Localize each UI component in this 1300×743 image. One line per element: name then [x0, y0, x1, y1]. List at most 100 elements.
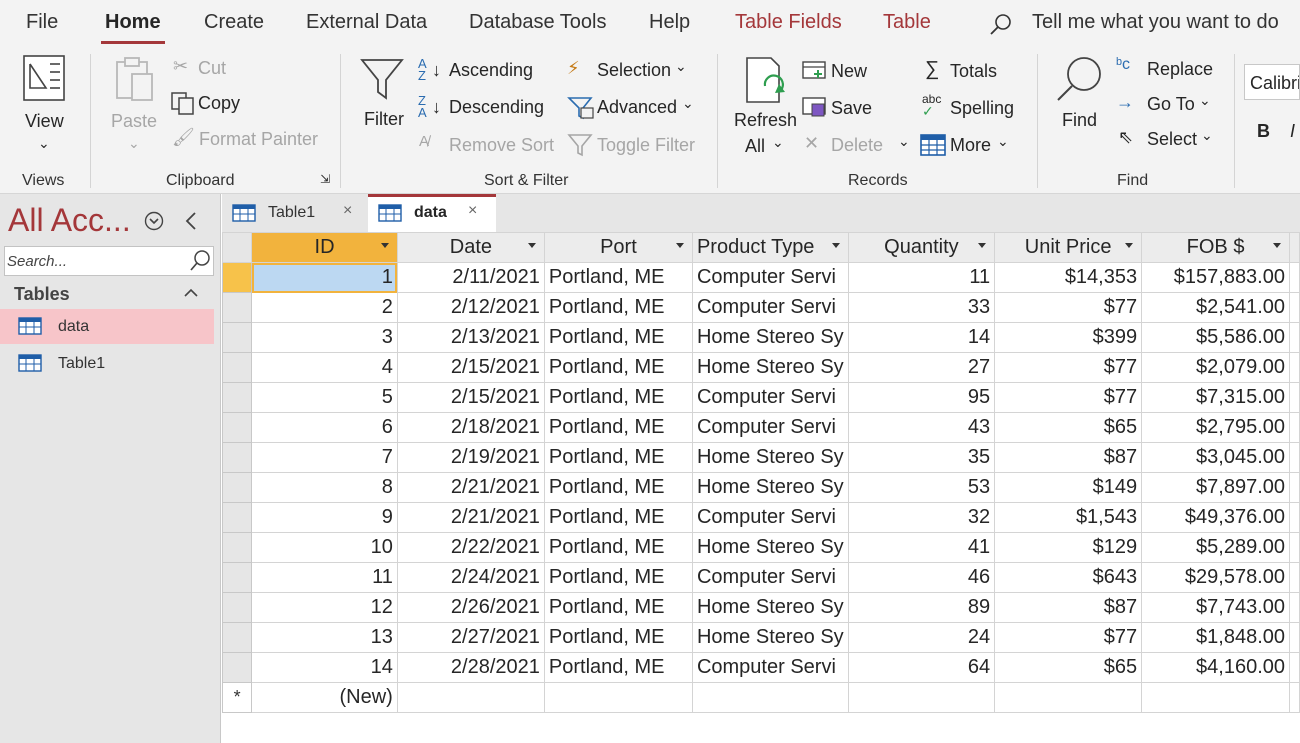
- cell-date[interactable]: 2/12/2021: [396, 292, 545, 323]
- record-selector[interactable]: [222, 472, 253, 503]
- cell-add-field[interactable]: [1289, 622, 1300, 653]
- cell-date[interactable]: 2/21/2021: [396, 472, 545, 503]
- chevron-down-circle-icon[interactable]: [143, 210, 165, 232]
- column-filter-dropdown-icon[interactable]: [527, 243, 536, 248]
- record-selector[interactable]: [222, 502, 253, 533]
- cell-date[interactable]: 2/13/2021: [396, 322, 545, 353]
- record-selector[interactable]: [222, 322, 253, 353]
- cell-unit-price[interactable]: $399: [994, 322, 1143, 353]
- table-row[interactable]: 7 2/19/2021 Portland, ME Home Stereo Sy 35 $8…: [222, 442, 1300, 473]
- cell-add-field[interactable]: [1289, 472, 1300, 503]
- empty-cell[interactable]: [994, 682, 1143, 713]
- cell-port[interactable]: Portland, ME: [543, 562, 693, 593]
- record-selector[interactable]: [222, 442, 253, 473]
- cell-add-field[interactable]: [1289, 262, 1300, 293]
- cell-fob[interactable]: $7,743.00: [1141, 592, 1290, 623]
- cell-add-field[interactable]: [1289, 562, 1300, 593]
- cell-id[interactable]: 6: [251, 412, 398, 443]
- empty-cell[interactable]: [396, 682, 545, 713]
- cell-fob[interactable]: $2,795.00: [1141, 412, 1290, 443]
- cell-id[interactable]: 10: [251, 532, 398, 563]
- record-selector[interactable]: [222, 622, 253, 653]
- cell-quantity[interactable]: 11: [847, 262, 996, 293]
- cell-date[interactable]: 2/11/2021: [396, 262, 545, 293]
- column-header-date[interactable]: Date: [396, 232, 545, 263]
- cell-quantity[interactable]: 46: [847, 562, 996, 593]
- table-row[interactable]: 6 2/18/2021 Portland, ME Computer Servi 43 $6…: [222, 412, 1300, 443]
- table-row[interactable]: 9 2/21/2021 Portland, ME Computer Servi 32 $1…: [222, 502, 1300, 533]
- cell-id[interactable]: 4: [251, 352, 398, 383]
- cell-date[interactable]: 2/19/2021: [396, 442, 545, 473]
- column-filter-dropdown-icon[interactable]: [675, 243, 684, 248]
- new-record-icon[interactable]: *: [222, 682, 253, 713]
- doc-tab-table1[interactable]: Table1 ×: [222, 194, 368, 232]
- cell-date[interactable]: 2/24/2021: [396, 562, 545, 593]
- cell-fob[interactable]: $2,541.00: [1141, 292, 1290, 323]
- cell-id[interactable]: 9: [251, 502, 398, 533]
- tab-table[interactable]: Table: [883, 11, 931, 34]
- cell-date[interactable]: 2/27/2021: [396, 622, 545, 653]
- cell-product-type[interactable]: Computer Servi: [691, 292, 849, 323]
- cell-add-field[interactable]: [1289, 442, 1300, 473]
- cell-fob[interactable]: $49,376.00: [1141, 502, 1290, 533]
- cell-quantity[interactable]: 95: [847, 382, 996, 413]
- table-row[interactable]: 14 2/28/2021 Portland, ME Computer Servi 64 $…: [222, 652, 1300, 683]
- cell-product-type[interactable]: Computer Servi: [691, 412, 849, 443]
- table-row[interactable]: 8 2/21/2021 Portland, ME Home Stereo Sy 53 $1…: [222, 472, 1300, 503]
- cell-date[interactable]: 2/21/2021: [396, 502, 545, 533]
- tab-home[interactable]: Home: [101, 11, 165, 44]
- cell-fob[interactable]: $5,289.00: [1141, 532, 1290, 563]
- tab-external-data[interactable]: External Data: [306, 11, 427, 34]
- cell-unit-price[interactable]: $87: [994, 442, 1143, 473]
- record-selector[interactable]: [222, 592, 253, 623]
- collapse-pane-icon[interactable]: [184, 210, 198, 232]
- cell-port[interactable]: Portland, ME: [543, 622, 693, 653]
- cell-quantity[interactable]: 33: [847, 292, 996, 323]
- cell-fob[interactable]: $7,315.00: [1141, 382, 1290, 413]
- cell-product-type[interactable]: Home Stereo Sy: [691, 592, 849, 623]
- cell-unit-price[interactable]: $77: [994, 352, 1143, 383]
- dialog-launcher-icon[interactable]: ⇲: [320, 172, 330, 186]
- cell-id[interactable]: 7: [251, 442, 398, 473]
- tab-create[interactable]: Create: [204, 11, 264, 34]
- cell-quantity[interactable]: 53: [847, 472, 996, 503]
- cell-fob[interactable]: $2,079.00: [1141, 352, 1290, 383]
- table-row[interactable]: 3 2/13/2021 Portland, ME Home Stereo Sy 14 $3…: [222, 322, 1300, 353]
- cell-quantity[interactable]: 27: [847, 352, 996, 383]
- column-header-unit-price[interactable]: Unit Price: [994, 232, 1143, 263]
- column-header-product-type[interactable]: Product Type: [691, 232, 849, 263]
- italic-button[interactable]: I: [1290, 121, 1295, 142]
- cell-add-field[interactable]: [1289, 652, 1300, 683]
- tab-file[interactable]: File: [26, 11, 58, 34]
- empty-cell[interactable]: [543, 682, 693, 713]
- cell-unit-price[interactable]: $129: [994, 532, 1143, 563]
- cell-port[interactable]: Portland, ME: [543, 382, 693, 413]
- record-selector[interactable]: [222, 562, 253, 593]
- cell-id[interactable]: 12: [251, 592, 398, 623]
- cell-add-field[interactable]: [1289, 532, 1300, 563]
- cell-fob[interactable]: $4,160.00: [1141, 652, 1290, 683]
- record-selector[interactable]: [222, 412, 253, 443]
- cell-port[interactable]: Portland, ME: [543, 262, 693, 293]
- table-row[interactable]: 4 2/15/2021 Portland, ME Home Stereo Sy 27 $7…: [222, 352, 1300, 383]
- empty-cell[interactable]: [691, 682, 849, 713]
- cell-add-field[interactable]: [1289, 412, 1300, 443]
- tab-help[interactable]: Help: [649, 11, 690, 34]
- cell-port[interactable]: Portland, ME: [543, 502, 693, 533]
- cell-product-type[interactable]: Computer Servi: [691, 562, 849, 593]
- record-selector[interactable]: [222, 532, 253, 563]
- bold-button[interactable]: B: [1257, 121, 1270, 142]
- nav-pane-title[interactable]: All Acc...: [8, 202, 131, 239]
- cell-fob[interactable]: $1,848.00: [1141, 622, 1290, 653]
- empty-cell[interactable]: [847, 682, 996, 713]
- cell-port[interactable]: Portland, ME: [543, 442, 693, 473]
- cell-id[interactable]: 13: [251, 622, 398, 653]
- cell-unit-price[interactable]: $14,353: [994, 262, 1143, 293]
- nav-item-data[interactable]: data: [0, 309, 214, 344]
- cell-product-type[interactable]: Home Stereo Sy: [691, 322, 849, 353]
- record-selector[interactable]: [222, 652, 253, 683]
- cell-fob[interactable]: $3,045.00: [1141, 442, 1290, 473]
- nav-section-tables[interactable]: Tables: [14, 284, 70, 305]
- column-filter-dropdown-icon[interactable]: [978, 243, 987, 248]
- cell-add-field[interactable]: [1289, 322, 1300, 353]
